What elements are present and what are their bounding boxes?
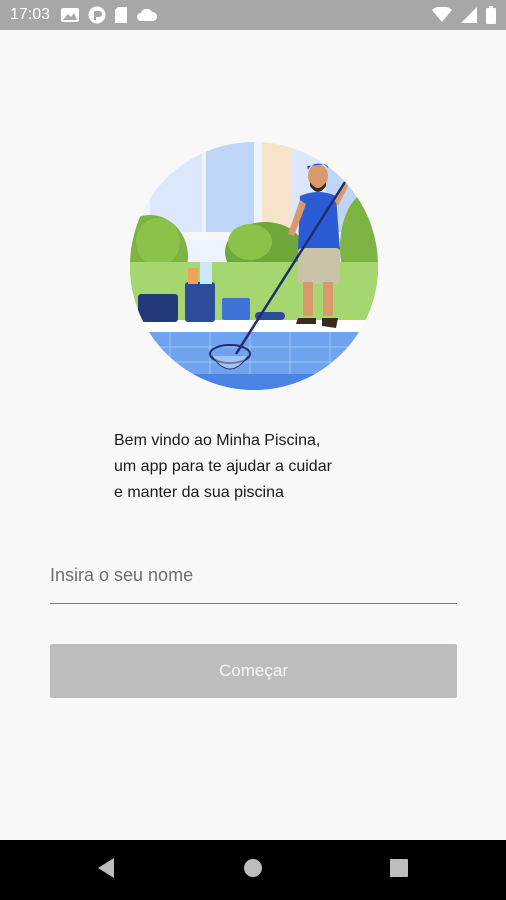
main-content: Bem vindo ao Minha Piscina, um app para … (0, 30, 506, 840)
recents-button[interactable] (369, 840, 429, 900)
home-button[interactable] (223, 840, 283, 900)
back-icon (96, 857, 116, 884)
signal-icon (460, 6, 478, 24)
app-badge-icon (88, 6, 106, 24)
status-time: 17:03 (10, 6, 51, 23)
welcome-line-3: e manter da sua piscina (114, 484, 284, 501)
wifi-icon (432, 7, 452, 23)
back-button[interactable] (76, 840, 136, 900)
navigation-bar (0, 840, 506, 900)
status-left-icons (60, 6, 158, 24)
welcome-line-2: um app para te ajudar a cuidar (114, 458, 332, 475)
gallery-icon (60, 7, 80, 23)
name-input[interactable] (50, 548, 457, 604)
cloud-icon (136, 7, 158, 23)
status-bar: 17:03 (0, 0, 506, 30)
pool-cleaning-illustration (130, 142, 378, 390)
welcome-line-1: Bem vindo ao Minha Piscina, (114, 432, 321, 449)
recents-icon (390, 858, 408, 882)
status-right-icons (432, 6, 496, 24)
battery-icon (486, 6, 496, 24)
start-button[interactable]: Começar (50, 644, 457, 698)
welcome-message: Bem vindo ao Minha Piscina, um app para … (114, 428, 414, 506)
sd-card-icon (114, 6, 128, 24)
home-icon (243, 858, 263, 883)
